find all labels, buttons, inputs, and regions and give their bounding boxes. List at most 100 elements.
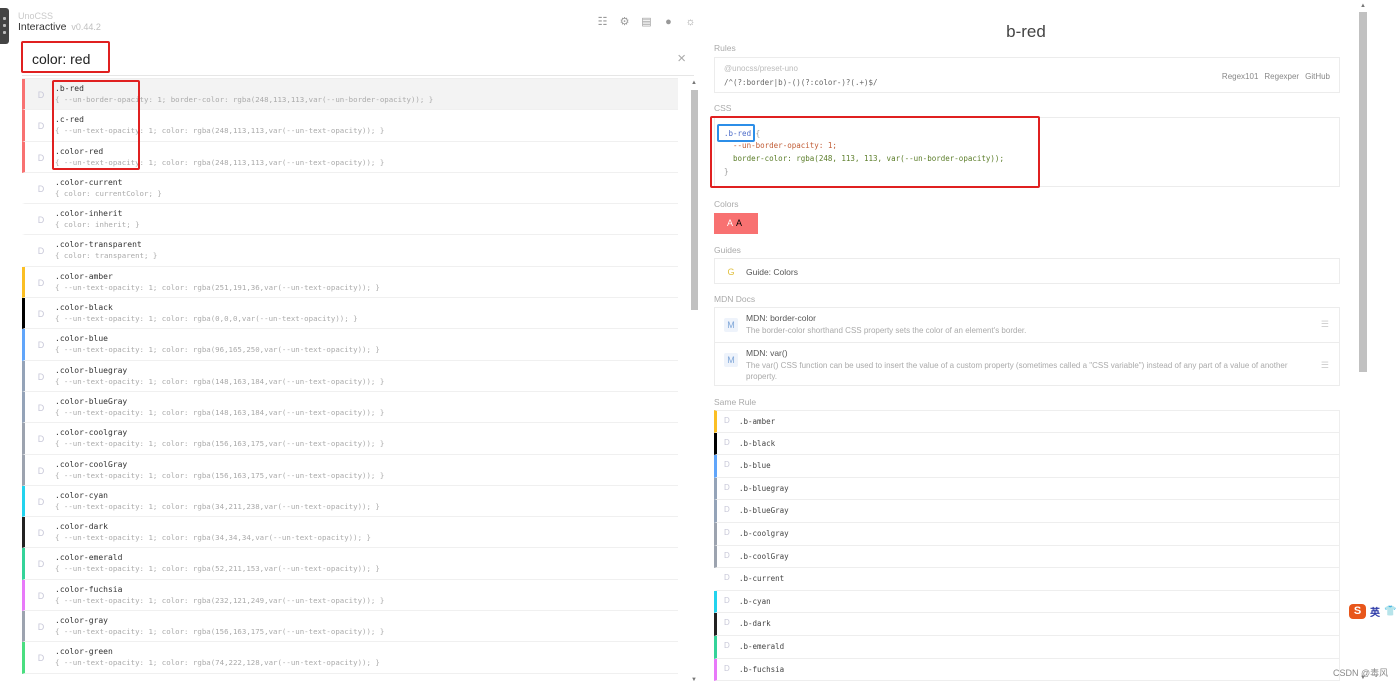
same-rule-name: .b-dark [739,619,771,629]
guide-link[interactable]: Guide: Colors [746,267,798,277]
ime-toolbar[interactable]: S 英 👕 [1349,604,1396,619]
same-rule-row[interactable]: D .b-blue [714,455,1340,478]
result-name: .color-blue [55,334,108,344]
version-label: v0.44.2 [71,22,101,32]
document-icon: D [37,246,45,257]
result-row[interactable]: D .color-cyan{ --un-text-opacity: 1; colo… [22,485,678,518]
result-row[interactable]: D .color-blue{ --un-text-opacity: 1; colo… [22,329,678,361]
search-input[interactable] [32,51,632,67]
result-row[interactable]: D .color-transparent{ color: transparent;… [22,235,678,267]
sogou-logo-icon[interactable]: S [1349,604,1366,619]
github-icon[interactable]: ● [661,15,676,29]
result-css: { --un-text-opacity: 1; color: rgba(148,… [55,376,385,386]
document-icon: D [37,590,45,601]
brand-name: UnoCSS [18,11,54,21]
document-icon: D [724,573,730,583]
result-row[interactable]: D .color-dark{ --un-text-opacity: 1; colo… [22,517,678,549]
result-css: { --un-text-opacity: 1; color: rgba(34,2… [55,501,380,511]
detail-title: b-red [1006,22,1046,41]
document-icon: D [37,528,45,539]
result-row[interactable]: D .color-red{ --un-text-opacity: 1; color… [22,141,678,173]
result-name: .color-blueGray [55,396,128,406]
scroll-up-icon[interactable]: ▲ [1360,3,1366,9]
result-row[interactable]: D .color-black{ --un-text-opacity: 1; col… [22,298,678,330]
page-scrollbar[interactable]: ▲ ▼ [1358,0,1368,683]
result-css: { color: currentColor; } [55,188,162,198]
mdn-card-var[interactable]: M MDN: var() The var() CSS function can … [714,342,1340,386]
result-row[interactable]: D .b-red { --un-border-opacity: 1; border-… [22,79,678,111]
menu-icon[interactable]: ☰ [1321,319,1329,330]
document-icon: D [724,482,730,492]
side-drawer-handle[interactable] [0,8,9,44]
result-css: { --un-border-opacity: 1; border-color: … [55,95,434,104]
result-row[interactable]: D .color-inherit{ color: inherit; } [22,204,678,236]
result-list-scrollbar[interactable]: ▲ ▼ [690,80,699,683]
css-var-line: --un-border-opacity: 1; [724,141,837,150]
document-icon: D [37,402,45,413]
scroll-down-icon[interactable]: ▼ [691,677,697,683]
same-rule-name: .b-amber [739,417,776,426]
app-title: Interactive v0.44.2 [18,21,101,33]
result-css: { --un-text-opacity: 1; color: rgba(156,… [55,627,385,637]
same-rule-name: .b-current [739,574,785,584]
ime-language-toggle[interactable]: 英 [1370,604,1380,619]
gear-icon[interactable]: ⚙ [617,15,632,29]
result-css: { --un-text-opacity: 1; color: rgba(34,3… [55,533,371,543]
result-row[interactable]: D .color-blueGray{ --un-text-opacity: 1; … [22,391,678,424]
document-icon: D [37,653,45,664]
result-list[interactable]: D .b-red { --un-border-opacity: 1; border-… [22,78,678,683]
mdn-card-border-color[interactable]: M MDN: border-color The border-color sho… [714,307,1340,343]
clear-search-icon[interactable]: × [677,50,686,67]
result-row[interactable]: D .color-amber{ --un-text-opacity: 1; col… [22,266,678,299]
result-name: .color-black [55,303,113,313]
result-css: { --un-text-opacity: 1; color: rgba(248,… [55,126,385,136]
result-row[interactable]: D .color-current{ color: currentColor; } [22,173,678,205]
same-rule-row[interactable]: D .b-blueGray [714,500,1340,523]
swatch-text-dark: A [736,218,743,228]
menu-icon[interactable]: ☰ [1321,360,1329,371]
same-rule-row[interactable]: D .b-coolgray [714,522,1340,546]
document-icon: D [37,277,45,288]
panel-icon[interactable]: ▤ [639,15,654,29]
same-rule-row[interactable]: D .b-fuchsia [714,658,1340,682]
result-name: .color-emerald [55,553,123,563]
same-rule-row[interactable]: D .b-amber [714,410,1340,433]
result-row[interactable]: D .color-bluegray{ --un-text-opacity: 1; … [22,360,678,392]
result-css: { --un-text-opacity: 1; color: rgba(74,2… [55,658,380,668]
document-icon: D [37,434,45,445]
result-row[interactable]: D .c-red{ --un-text-opacity: 1; color: rg… [22,110,678,142]
watermark: CSDN @毒风 [1333,668,1389,678]
document-icon: D [724,416,730,425]
list-icon[interactable]: ☷ [595,15,610,29]
same-rule-row[interactable]: D .b-current [714,568,1340,591]
result-row[interactable]: D .color-green{ --un-text-opacity: 1; col… [22,642,678,674]
github-link[interactable]: GitHub [1305,72,1330,81]
result-row[interactable]: D .color-emerald{ --un-text-opacity: 1; c… [22,548,678,580]
mdn-title[interactable]: MDN: var() [746,348,788,358]
result-row[interactable]: D .color-coolGray{ --un-text-opacity: 1; … [22,454,678,486]
same-rule-row[interactable]: D .b-coolGray [714,545,1340,569]
document-icon: D [37,496,45,507]
scrollbar-thumb[interactable] [691,90,698,310]
regexper-link[interactable]: Regexper [1264,72,1299,81]
same-rule-row[interactable]: D .b-cyan [714,590,1340,614]
css-selector: .b-red [724,129,752,138]
same-rule-row[interactable]: D .b-bluegray [714,477,1340,501]
scrollbar-thumb[interactable] [1359,12,1367,372]
scroll-up-icon[interactable]: ▲ [691,80,697,86]
result-row[interactable]: D .color-fuchsia{ --un-text-opacity: 1; c… [22,579,678,612]
guide-card[interactable]: G Guide: Colors [714,258,1340,284]
same-rule-row[interactable]: D .b-emerald [714,635,1340,659]
same-rule-row[interactable]: D .b-black [714,432,1340,456]
css-prop-line: border-color: rgba(248, 113, 113, var(--… [724,154,1004,163]
mdn-title[interactable]: MDN: border-color [746,313,816,323]
regex101-link[interactable]: Regex101 [1222,72,1258,81]
result-row[interactable]: D .color-gray{ --un-text-opacity: 1; colo… [22,611,678,643]
sun-icon[interactable]: ☼ [683,15,698,29]
result-row[interactable]: D .color-coolgray{ --un-text-opacity: 1; … [22,423,678,455]
same-rule-row[interactable]: D .b-dark [714,613,1340,636]
document-icon: D [37,340,45,351]
ime-skin-icon[interactable]: 👕 [1384,606,1396,617]
css-code-card: .b-red { --un-border-opacity: 1; border-… [714,117,1340,187]
document-icon: D [37,465,45,476]
